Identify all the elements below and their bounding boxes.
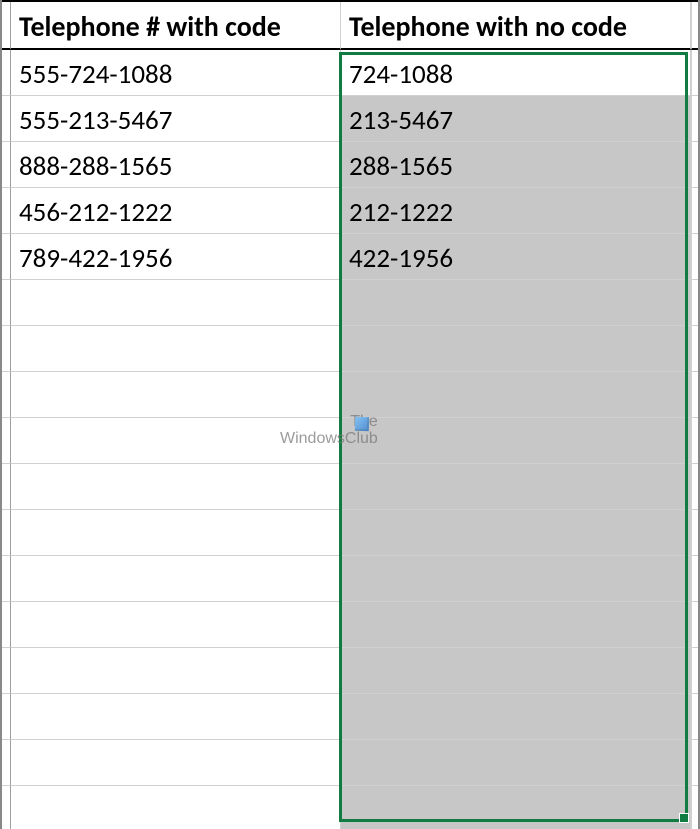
cell-no-code[interactable]: [341, 740, 691, 786]
cell-no-code[interactable]: 212-1222: [341, 188, 691, 234]
cell-no-code[interactable]: [341, 786, 691, 829]
cell-no-code[interactable]: [341, 694, 691, 740]
cell-with-code[interactable]: [11, 694, 341, 740]
table-row: [0, 464, 700, 510]
table-row: [0, 740, 700, 786]
table-row: 888-288-1565288-1565: [0, 142, 700, 188]
cell-with-code[interactable]: [11, 740, 341, 786]
cell-with-code[interactable]: [11, 602, 341, 648]
cell-no-code[interactable]: [341, 372, 691, 418]
cell-with-code[interactable]: 456-212-1222: [11, 188, 341, 234]
table-row: [0, 648, 700, 694]
cell-with-code[interactable]: [11, 510, 341, 556]
table-row: [0, 372, 700, 418]
table-row: 456-212-1222212-1222: [0, 188, 700, 234]
table-row: 555-213-5467213-5467: [0, 96, 700, 142]
cell-with-code[interactable]: 888-288-1565: [11, 142, 341, 188]
cell-with-code[interactable]: [11, 786, 341, 829]
cell-no-code[interactable]: 724-1088: [341, 50, 691, 96]
cell-with-code[interactable]: 789-422-1956: [11, 234, 341, 280]
cell-with-code[interactable]: 555-213-5467: [11, 96, 341, 142]
cell-no-code[interactable]: [341, 418, 691, 464]
cell-no-code[interactable]: [341, 326, 691, 372]
header-col-no-code[interactable]: Telephone with no code: [341, 0, 691, 50]
cell-no-code[interactable]: [341, 556, 691, 602]
top-border: [0, 0, 700, 2]
cell-with-code[interactable]: [11, 464, 341, 510]
cell-no-code[interactable]: 288-1565: [341, 142, 691, 188]
table-row: [0, 280, 700, 326]
table-row: [0, 694, 700, 740]
cell-no-code[interactable]: [341, 510, 691, 556]
table-row: 555-724-1088724-1088: [0, 50, 700, 96]
cell-with-code[interactable]: [11, 326, 341, 372]
table-row: 789-422-1956422-1956: [0, 234, 700, 280]
cell-no-code[interactable]: [341, 602, 691, 648]
left-border: [0, 0, 2, 829]
header-row: Telephone # with code Telephone with no …: [0, 0, 700, 50]
cell-no-code[interactable]: [341, 648, 691, 694]
table-row: [0, 326, 700, 372]
cell-with-code[interactable]: [11, 372, 341, 418]
cell-no-code[interactable]: [341, 280, 691, 326]
cell-with-code[interactable]: [11, 648, 341, 694]
table-row: [0, 510, 700, 556]
table-row: [0, 602, 700, 648]
table-row: [0, 418, 700, 464]
cell-with-code[interactable]: 555-724-1088: [11, 50, 341, 96]
cell-with-code[interactable]: [11, 418, 341, 464]
cell-with-code[interactable]: [11, 556, 341, 602]
cell-no-code[interactable]: 213-5467: [341, 96, 691, 142]
cell-no-code[interactable]: [341, 464, 691, 510]
table-row: [0, 556, 700, 602]
cell-no-code[interactable]: 422-1956: [341, 234, 691, 280]
cell-with-code[interactable]: [11, 280, 341, 326]
table-row: [0, 786, 700, 829]
header-col-with-code[interactable]: Telephone # with code: [11, 0, 341, 50]
spreadsheet-grid[interactable]: Telephone # with code Telephone with no …: [0, 0, 700, 829]
